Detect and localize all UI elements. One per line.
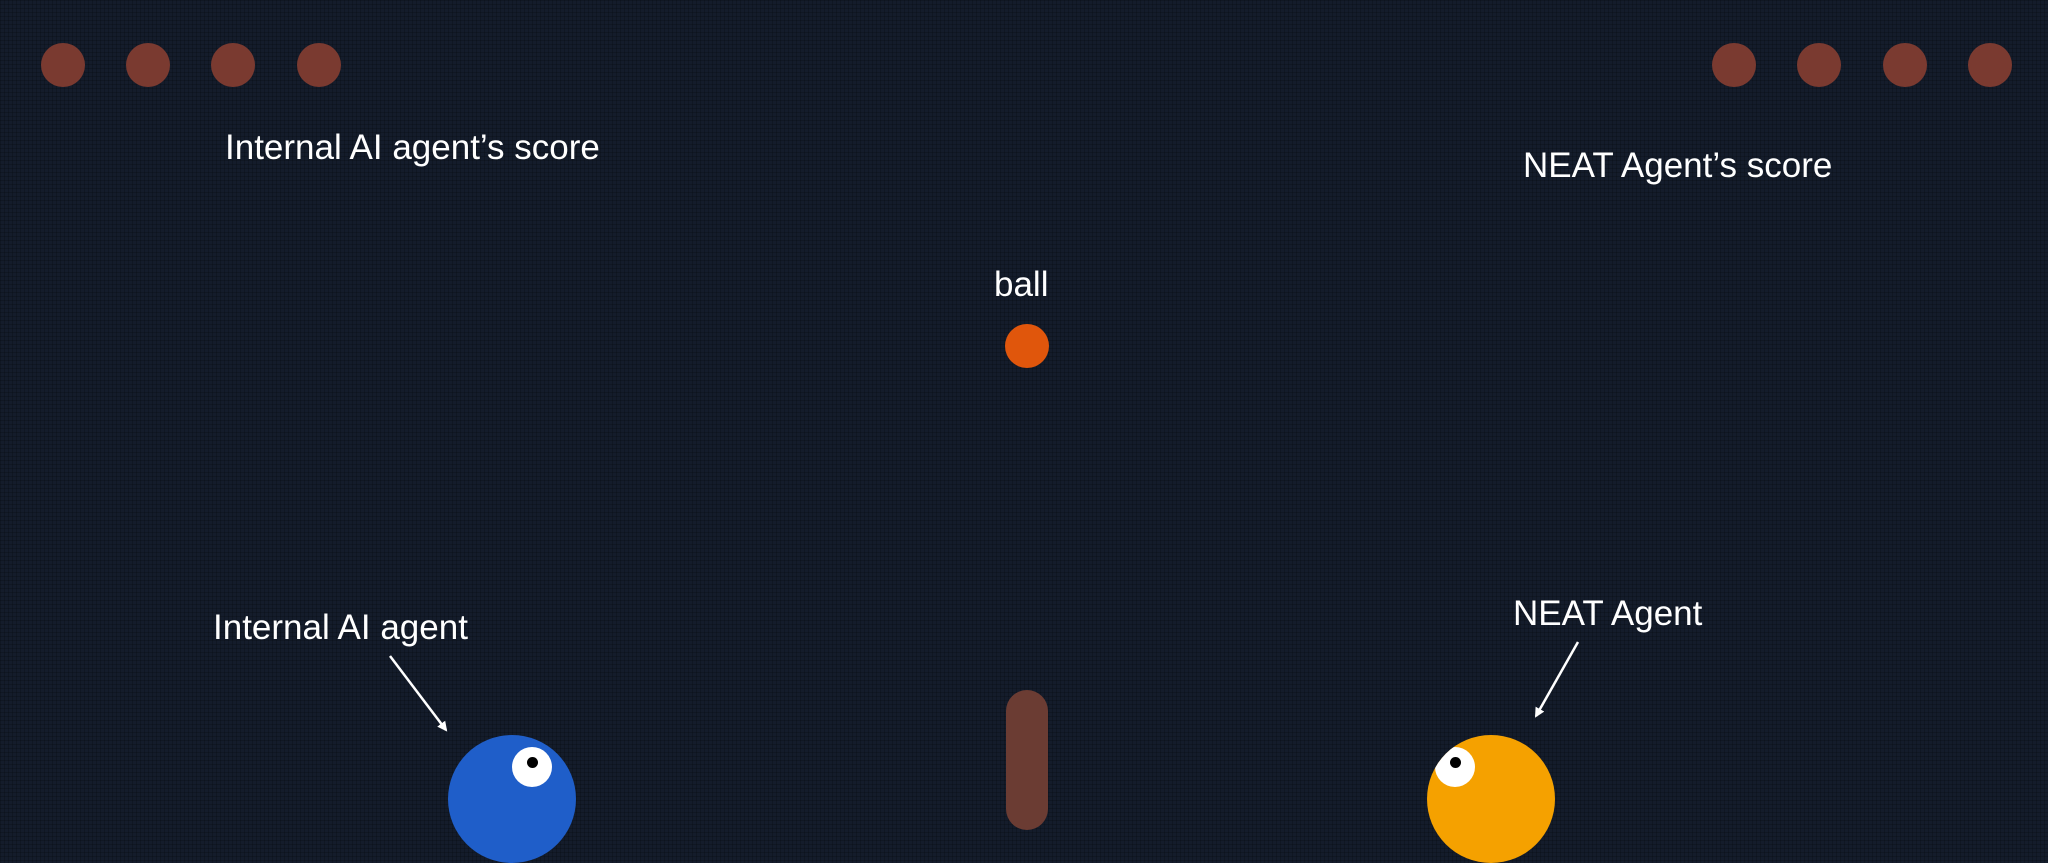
right-agent-arrow: [1534, 641, 1580, 718]
annotation-arrows: [389, 641, 1580, 732]
left-agent-arrow: [389, 655, 448, 732]
